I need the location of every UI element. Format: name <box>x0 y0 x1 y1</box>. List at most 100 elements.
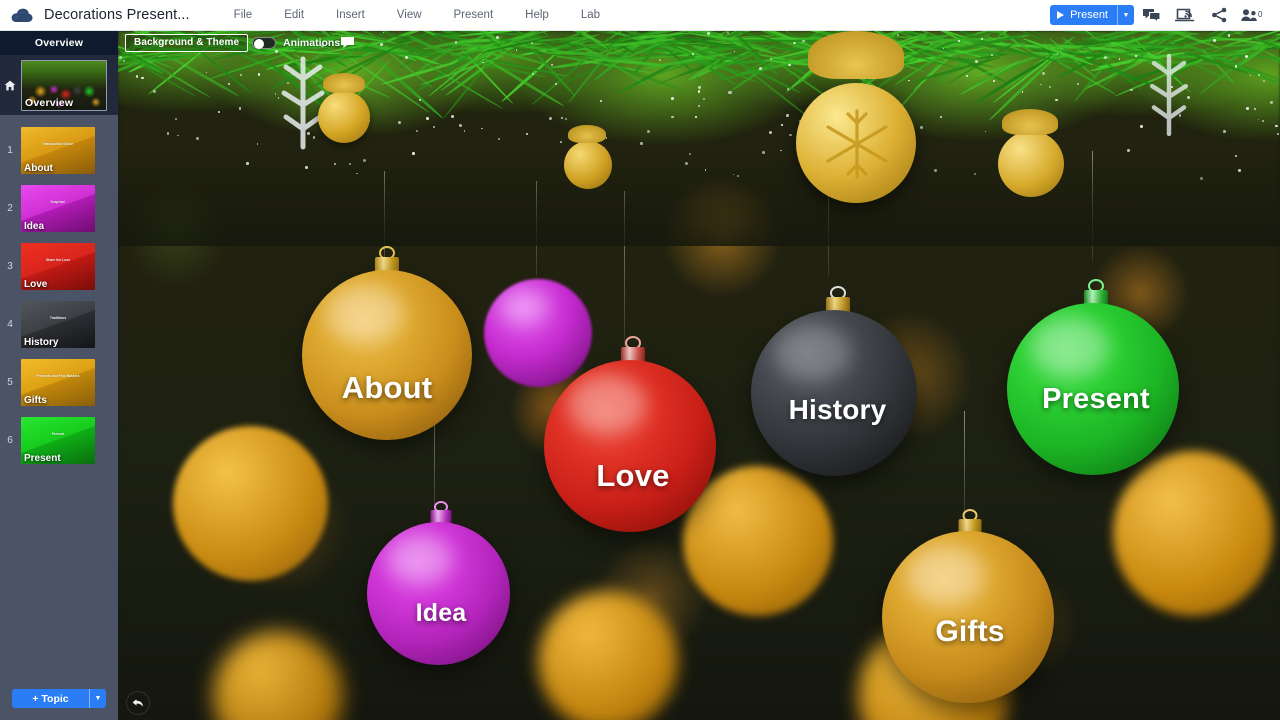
tab-overview[interactable]: Overview <box>0 31 118 55</box>
present-dropdown-caret[interactable]: ▼ <box>1117 5 1134 25</box>
slide-thumbnail-label: About <box>24 163 53 174</box>
animations-label: Animations <box>283 37 340 49</box>
collaborator-count: 0 <box>1258 10 1263 19</box>
sidebar-item-slide-1[interactable]: 1 Introduction Guide About <box>0 121 118 179</box>
sidebar-item-slide-4[interactable]: 4 Traditions History <box>0 295 118 353</box>
ornament-ball <box>544 360 716 532</box>
topic-label: Gifts <box>880 615 1060 649</box>
topic-ornament-history[interactable]: History <box>750 286 925 476</box>
undo-button[interactable] <box>126 691 150 715</box>
ornament-highlight <box>906 546 985 604</box>
topic-label: Idea <box>366 599 516 628</box>
add-topic-button[interactable]: + Topic ▼ <box>12 689 106 708</box>
topic-ornament-present[interactable]: Present <box>1006 279 1186 474</box>
topic-ornament-idea[interactable]: Idea <box>366 501 516 666</box>
slide-thumbnail-title: Introduction Guide <box>21 142 95 147</box>
slide-thumbnail-label: Present <box>24 453 61 464</box>
slide-number: 6 <box>0 435 20 446</box>
pine-branch-decoration <box>118 31 1280 246</box>
top-menu-bar: Decorations Present... File Edit Insert … <box>0 0 1280 31</box>
topic-label: Love <box>543 458 723 494</box>
sidebar-item-slide-3[interactable]: 3 Share the Love Love <box>0 237 118 295</box>
hanging-string <box>964 411 965 521</box>
menu-help[interactable]: Help <box>509 0 565 31</box>
sidebar-item-slide-2[interactable]: 2 Surprise! Idea <box>0 179 118 237</box>
home-icon <box>0 80 20 91</box>
ornament-highlight <box>387 535 453 584</box>
slide-number: 1 <box>0 145 20 156</box>
ornament-highlight <box>568 375 647 433</box>
present-button[interactable]: Present ▼ <box>1050 5 1134 25</box>
sidebar-item-slide-6[interactable]: 6 Present Present <box>0 411 118 469</box>
overview-thumbnail-label: Overview <box>25 97 73 109</box>
document-title[interactable]: Decorations Present... <box>44 7 190 23</box>
bow-icon <box>323 73 365 93</box>
slide-thumbnail-label: Idea <box>24 221 44 232</box>
menu-lab[interactable]: Lab <box>565 0 616 31</box>
background-orb <box>173 426 328 581</box>
sidebar-item-slide-5[interactable]: 5 Presents and Fine Baskets Gifts <box>0 353 118 411</box>
slide-thumbnail-label: History <box>24 337 58 348</box>
add-topic-label[interactable]: + Topic <box>12 689 89 708</box>
ornament-ball <box>367 522 510 665</box>
speech-bubble-icon[interactable] <box>340 36 355 54</box>
gold-bauble <box>318 91 370 143</box>
undo-arrow-icon <box>131 697 145 710</box>
slide-thumbnail-label: Love <box>24 279 47 290</box>
topic-label: History <box>750 394 925 426</box>
menu-edit[interactable]: Edit <box>268 0 320 31</box>
present-button-main[interactable]: Present <box>1050 5 1117 25</box>
ornament-highlight <box>326 285 404 343</box>
snowflake-icon <box>1138 49 1200 146</box>
comments-icon[interactable] <box>1134 0 1168 31</box>
menu-file[interactable]: File <box>218 0 269 31</box>
slide-number: 2 <box>0 203 20 214</box>
present-button-label: Present <box>1070 9 1108 21</box>
collaborators-icon[interactable]: 0 <box>1236 0 1270 31</box>
slide-thumbnail-title: Traditions <box>21 316 95 321</box>
slide-number: 4 <box>0 319 20 330</box>
add-topic-caret[interactable]: ▼ <box>89 689 106 708</box>
slide-thumbnail[interactable]: Presents and Fine Baskets Gifts <box>21 359 95 406</box>
bow-icon <box>568 125 606 143</box>
overview-thumbnail[interactable]: Overview <box>21 60 107 111</box>
topic-label: About <box>299 370 475 406</box>
slide-thumbnail[interactable]: Introduction Guide About <box>21 127 95 174</box>
slide-thumbnail[interactable]: Surprise! Idea <box>21 185 95 232</box>
snowflake-motif-icon <box>818 105 896 188</box>
sidebar-item-overview[interactable]: Overview <box>0 55 118 115</box>
topic-ornament-gifts[interactable]: Gifts <box>880 509 1060 704</box>
slides-sidebar: Overview 1 Introduction Guide About 2 Su… <box>0 31 118 720</box>
bow-icon <box>1002 109 1058 135</box>
slide-thumbnail[interactable]: Traditions History <box>21 301 95 348</box>
ornament-highlight <box>499 289 549 326</box>
slide-number: 3 <box>0 261 20 272</box>
animations-toggle[interactable] <box>252 37 276 49</box>
background-theme-button[interactable]: Background & Theme <box>125 34 248 52</box>
slide-thumbnail[interactable]: Share the Love Love <box>21 243 95 290</box>
menu-insert[interactable]: Insert <box>320 0 381 31</box>
background-orb <box>1113 451 1273 616</box>
ornament-ball <box>302 270 472 440</box>
menu-view[interactable]: View <box>381 0 438 31</box>
ornament-highlight <box>774 325 850 381</box>
slide-thumbnail[interactable]: Present Present <box>21 417 95 464</box>
menu-present[interactable]: Present <box>438 0 510 31</box>
cast-icon[interactable] <box>1168 0 1202 31</box>
slide-thumbnail-title: Share the Love <box>21 258 95 263</box>
animations-control: Animations <box>252 31 340 55</box>
cloud-icon[interactable] <box>0 8 44 23</box>
slide-thumbnail-title: Present <box>21 432 95 437</box>
slide-number: 5 <box>0 377 20 388</box>
gold-bauble <box>564 141 612 189</box>
topbar-actions: Present ▼ <box>1050 0 1280 31</box>
slide-thumbnail-title: Presents and Fine Baskets <box>21 374 95 379</box>
slide-thumbnail-label: Gifts <box>24 395 47 406</box>
share-icon[interactable] <box>1202 0 1236 31</box>
slide-canvas[interactable]: About Love History Present <box>118 31 1280 720</box>
topic-ornament-love[interactable]: Love <box>543 336 723 531</box>
ornament-highlight <box>1031 318 1110 376</box>
background-orb <box>538 591 678 720</box>
secondary-toolbar: Overview Background & Theme Animations <box>0 31 1280 55</box>
topic-ornament-about[interactable]: About <box>299 246 475 436</box>
